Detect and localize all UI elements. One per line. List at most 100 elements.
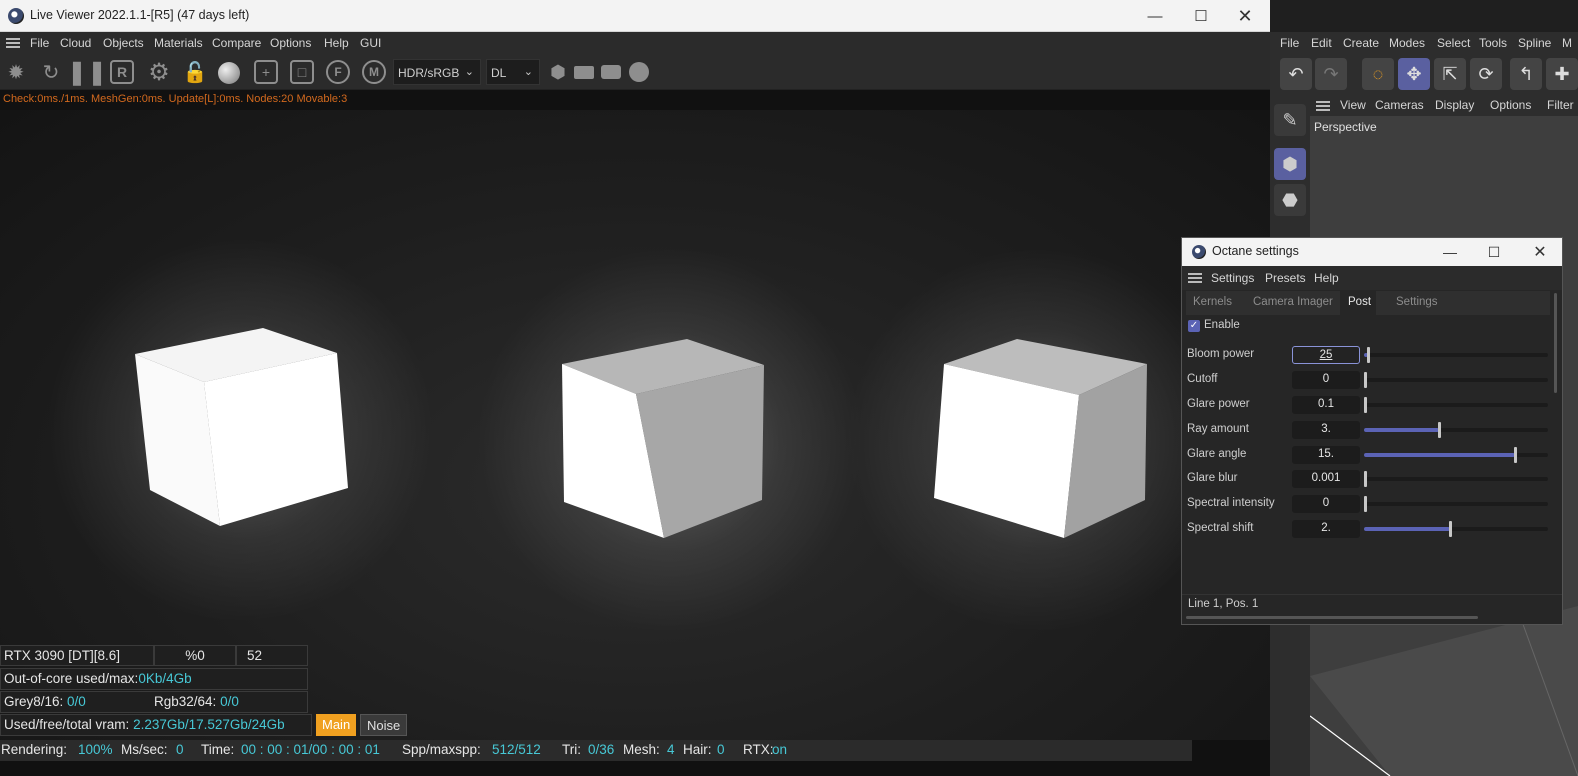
c4d-view-menu-options[interactable]: Options xyxy=(1490,98,1531,112)
c4d-menu-select[interactable]: Select xyxy=(1437,36,1470,50)
spectral-shift-slider-handle[interactable] xyxy=(1449,521,1452,537)
c4d-menu-file[interactable]: File xyxy=(1280,36,1299,50)
ray-amount-slider[interactable] xyxy=(1364,422,1548,438)
octane-menu-presets[interactable]: Presets xyxy=(1265,271,1306,285)
c4d-menu-spline[interactable]: Spline xyxy=(1518,36,1551,50)
c4d-menu-more[interactable]: M xyxy=(1562,36,1572,50)
maximize-icon[interactable]: ☐ xyxy=(1472,238,1516,266)
refresh-icon[interactable]: ↻ xyxy=(38,59,64,85)
spectral-shift-input[interactable]: 2. xyxy=(1292,520,1360,538)
horizontal-scrollbar[interactable] xyxy=(1186,616,1478,619)
selection-tool-icon[interactable]: ◌ xyxy=(1362,58,1394,90)
scale-tool-icon[interactable]: ⇱ xyxy=(1434,58,1466,90)
minimize-icon[interactable]: — xyxy=(1132,0,1178,32)
spectral-intensity-input[interactable]: 0 xyxy=(1292,495,1360,513)
tab-kernels[interactable]: Kernels xyxy=(1193,296,1232,308)
record-icon[interactable] xyxy=(626,59,652,85)
material-ball-icon[interactable] xyxy=(218,62,240,84)
object-region-icon[interactable]: □ xyxy=(290,60,314,84)
edit-mode-icon[interactable]: ✎ xyxy=(1274,104,1306,136)
hamburger-menu-icon[interactable] xyxy=(6,38,20,48)
minimize-icon[interactable]: — xyxy=(1428,238,1472,266)
hamburger-menu-icon[interactable] xyxy=(1188,273,1202,283)
cutoff-input[interactable]: 0 xyxy=(1292,371,1360,389)
kernel-select[interactable]: DL ⌄ xyxy=(486,59,540,85)
menu-help[interactable]: Help xyxy=(324,36,349,50)
vertical-scrollbar[interactable] xyxy=(1554,293,1557,393)
ray-amount-input[interactable]: 3. xyxy=(1292,421,1360,439)
octane-settings-dialog: Octane settings — ☐ ✕ Settings Presets H… xyxy=(1181,237,1563,625)
tab-camera-imager[interactable]: Camera Imager xyxy=(1253,296,1333,308)
redo-icon[interactable]: ↷ xyxy=(1315,58,1347,90)
glare-blur-input[interactable]: 0.001 xyxy=(1292,470,1360,488)
lock-icon[interactable]: 🔓 xyxy=(182,59,208,85)
menu-objects[interactable]: Objects xyxy=(103,36,144,50)
menu-options[interactable]: Options xyxy=(270,36,311,50)
bloom-power-slider[interactable] xyxy=(1364,347,1548,363)
c4d-view-menu-cameras[interactable]: Cameras xyxy=(1375,98,1424,112)
menu-compare[interactable]: Compare xyxy=(212,36,261,50)
close-icon[interactable]: ✕ xyxy=(1518,238,1562,266)
material-pick-button[interactable]: M xyxy=(362,60,386,84)
glare-angle-input[interactable]: 15. xyxy=(1292,446,1360,464)
move-tool-icon[interactable]: ✥ xyxy=(1398,58,1430,90)
spectral-shift-slider[interactable] xyxy=(1364,521,1548,537)
c4d-viewport-menubar: View Cameras Display Options Filter xyxy=(1310,96,1578,116)
object-mode-icon[interactable]: ⬣ xyxy=(1274,184,1306,216)
glare-angle-slider-handle[interactable] xyxy=(1514,447,1517,463)
tab-settings[interactable]: Settings xyxy=(1396,296,1438,308)
tab-post[interactable]: Post xyxy=(1348,296,1371,308)
axis-tool-icon[interactable]: ✚ xyxy=(1546,58,1578,90)
gear-icon[interactable]: ⚙ xyxy=(146,59,172,86)
close-icon[interactable]: ✕ xyxy=(1222,0,1268,32)
add-object-icon[interactable]: + xyxy=(254,60,278,84)
pause-icon[interactable]: ❚❚ xyxy=(67,59,107,86)
spectral-intensity-slider[interactable] xyxy=(1364,496,1548,512)
camera-icon[interactable] xyxy=(598,59,624,85)
glare-power-slider-handle[interactable] xyxy=(1364,397,1367,413)
c4d-menu-edit[interactable]: Edit xyxy=(1311,36,1332,50)
menu-cloud[interactable]: Cloud xyxy=(60,36,91,50)
undo-icon[interactable]: ↶ xyxy=(1280,58,1312,90)
c4d-menubar: File Edit Create Modes Select Tools Spli… xyxy=(1270,32,1578,54)
spectral-shift-slider-fill xyxy=(1364,527,1450,531)
glare-power-label: Glare power xyxy=(1187,398,1250,410)
bloom-power-input[interactable]: 25 xyxy=(1292,346,1360,364)
rotate-tool-icon[interactable]: ⟳ xyxy=(1470,58,1502,90)
viewport-menu-icon[interactable] xyxy=(1316,101,1330,111)
octane-menu-help[interactable]: Help xyxy=(1314,271,1339,285)
glare-power-input[interactable]: 0.1 xyxy=(1292,396,1360,414)
menu-file[interactable]: File xyxy=(30,36,49,50)
render-region-button[interactable]: R xyxy=(110,60,134,84)
hexagon-icon[interactable]: ⬢ xyxy=(545,59,571,85)
c4d-menu-tools[interactable]: Tools xyxy=(1479,36,1507,50)
c4d-view-menu-filter[interactable]: Filter xyxy=(1547,98,1574,112)
bloom-power-slider-handle[interactable] xyxy=(1367,347,1370,363)
menu-gui[interactable]: GUI xyxy=(360,36,381,50)
model-mode-icon[interactable]: ⬢ xyxy=(1274,148,1306,180)
colorspace-select[interactable]: HDR/sRGB ⌄ xyxy=(393,59,481,85)
glare-power-slider[interactable] xyxy=(1364,397,1548,413)
octane-menu-settings[interactable]: Settings xyxy=(1211,271,1254,285)
cutoff-slider[interactable] xyxy=(1364,372,1548,388)
focus-pick-button[interactable]: F xyxy=(326,60,350,84)
menu-materials[interactable]: Materials xyxy=(154,36,203,50)
glare-blur-slider[interactable] xyxy=(1364,471,1548,487)
glare-blur-slider-handle[interactable] xyxy=(1364,471,1367,487)
filmstrip-icon[interactable] xyxy=(571,59,597,85)
glare-angle-slider[interactable] xyxy=(1364,447,1548,463)
coordinate-system-icon[interactable]: ↰ xyxy=(1510,58,1542,90)
c4d-menu-create[interactable]: Create xyxy=(1343,36,1379,50)
main-pass-tab[interactable]: Main xyxy=(316,714,357,736)
enable-checkbox[interactable]: ✓ xyxy=(1188,320,1200,332)
cutoff-slider-handle[interactable] xyxy=(1364,372,1367,388)
aperture-icon[interactable]: ✹ xyxy=(3,59,29,85)
c4d-menu-modes[interactable]: Modes xyxy=(1389,36,1425,50)
spectral-intensity-slider-handle[interactable] xyxy=(1364,496,1367,512)
maximize-icon[interactable]: ☐ xyxy=(1178,0,1224,32)
ray-amount-slider-handle[interactable] xyxy=(1438,422,1441,438)
gpu-name: RTX 3090 [DT][8.6] xyxy=(0,645,154,666)
c4d-view-menu-display[interactable]: Display xyxy=(1435,98,1474,112)
c4d-view-menu-view[interactable]: View xyxy=(1340,98,1366,112)
noise-pass-tab[interactable]: Noise xyxy=(360,714,408,736)
